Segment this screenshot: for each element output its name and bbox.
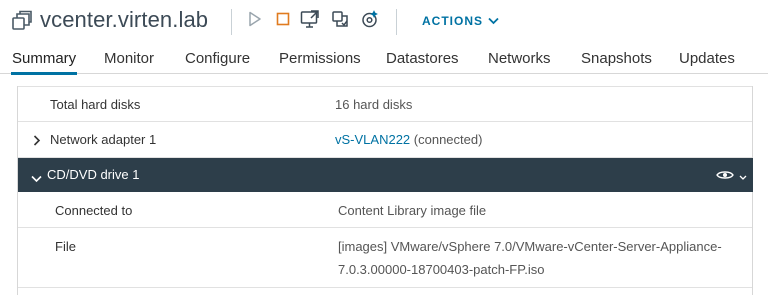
view-options-button[interactable] xyxy=(716,169,747,184)
connected-to-label: Connected to xyxy=(55,203,133,218)
page-title: vcenter.virten.lab xyxy=(40,7,209,32)
chevron-down-icon[interactable] xyxy=(31,171,42,186)
table-row-total-hard-disks: Total hard disks 16 hard disks xyxy=(18,86,752,122)
network-link[interactable]: vS-VLAN222 xyxy=(335,132,410,147)
table-row-file: File [images] VMware/vSphere 7.0/VMware-… xyxy=(18,228,752,288)
tab-snapshots[interactable]: Snapshots xyxy=(581,50,652,74)
tab-summary[interactable]: Summary xyxy=(10,50,78,75)
migrate-button[interactable] xyxy=(329,10,351,32)
chevron-down-icon xyxy=(488,14,499,28)
connected-to-value: Content Library image file xyxy=(338,203,487,218)
file-path-line-2: 7.0.3.00000-18700403-patch-FP.iso xyxy=(338,262,545,277)
chevron-down-icon xyxy=(739,169,747,184)
table-row-connected-to: Connected to Content Library image file xyxy=(18,192,752,228)
power-on-icon xyxy=(248,11,262,32)
launch-console-button[interactable] xyxy=(299,9,321,34)
actions-label: ACTIONS xyxy=(422,14,483,28)
file-path-line-1: [images] VMware/vSphere 7.0/VMware-vCent… xyxy=(338,239,722,254)
network-adapter-label: Network adapter 1 xyxy=(50,132,157,147)
tab-permissions[interactable]: Permissions xyxy=(279,50,361,74)
total-hard-disks-link[interactable]: 16 hard disks xyxy=(335,97,412,112)
power-off-button[interactable] xyxy=(272,10,294,32)
table-row-cd-dvd-drive[interactable]: CD/DVD drive 1 xyxy=(18,158,753,192)
launch-console-icon xyxy=(300,9,320,34)
toolbar-divider xyxy=(396,9,397,35)
tab-updates[interactable]: Updates xyxy=(679,50,735,74)
power-off-icon xyxy=(276,12,290,31)
migrate-icon xyxy=(330,9,350,34)
vm-hardware-panel: Total hard disks 16 hard disks Network a… xyxy=(17,86,753,295)
network-adapter-value: vS-VLAN222 (connected) xyxy=(335,132,482,147)
connection-state: (connected) xyxy=(413,132,483,147)
total-hard-disks-label: Total hard disks xyxy=(50,97,141,112)
tab-monitor[interactable]: Monitor xyxy=(104,50,154,74)
cd-dvd-drive-label: CD/DVD drive 1 xyxy=(47,167,140,182)
snapshot-icon xyxy=(360,9,380,34)
snapshot-button[interactable] xyxy=(359,9,381,34)
tab-networks[interactable]: Networks xyxy=(488,50,551,74)
power-on-button[interactable] xyxy=(244,10,266,32)
tab-configure[interactable]: Configure xyxy=(185,50,250,74)
actions-menu-button[interactable]: ACTIONS xyxy=(422,14,499,28)
chevron-right-icon[interactable] xyxy=(33,134,41,149)
file-label: File xyxy=(55,239,76,254)
toolbar-divider xyxy=(231,9,232,35)
tab-bar: Summary Monitor Configure Permissions Da… xyxy=(0,44,768,75)
table-row-network-adapter[interactable]: Network adapter 1 vS-VLAN222 (connected) xyxy=(18,122,752,158)
object-header: vcenter.virten.lab ACTIONS xyxy=(0,0,768,44)
tab-datastores[interactable]: Datastores xyxy=(386,50,459,74)
vm-icon xyxy=(11,10,33,32)
eye-icon xyxy=(716,169,738,184)
